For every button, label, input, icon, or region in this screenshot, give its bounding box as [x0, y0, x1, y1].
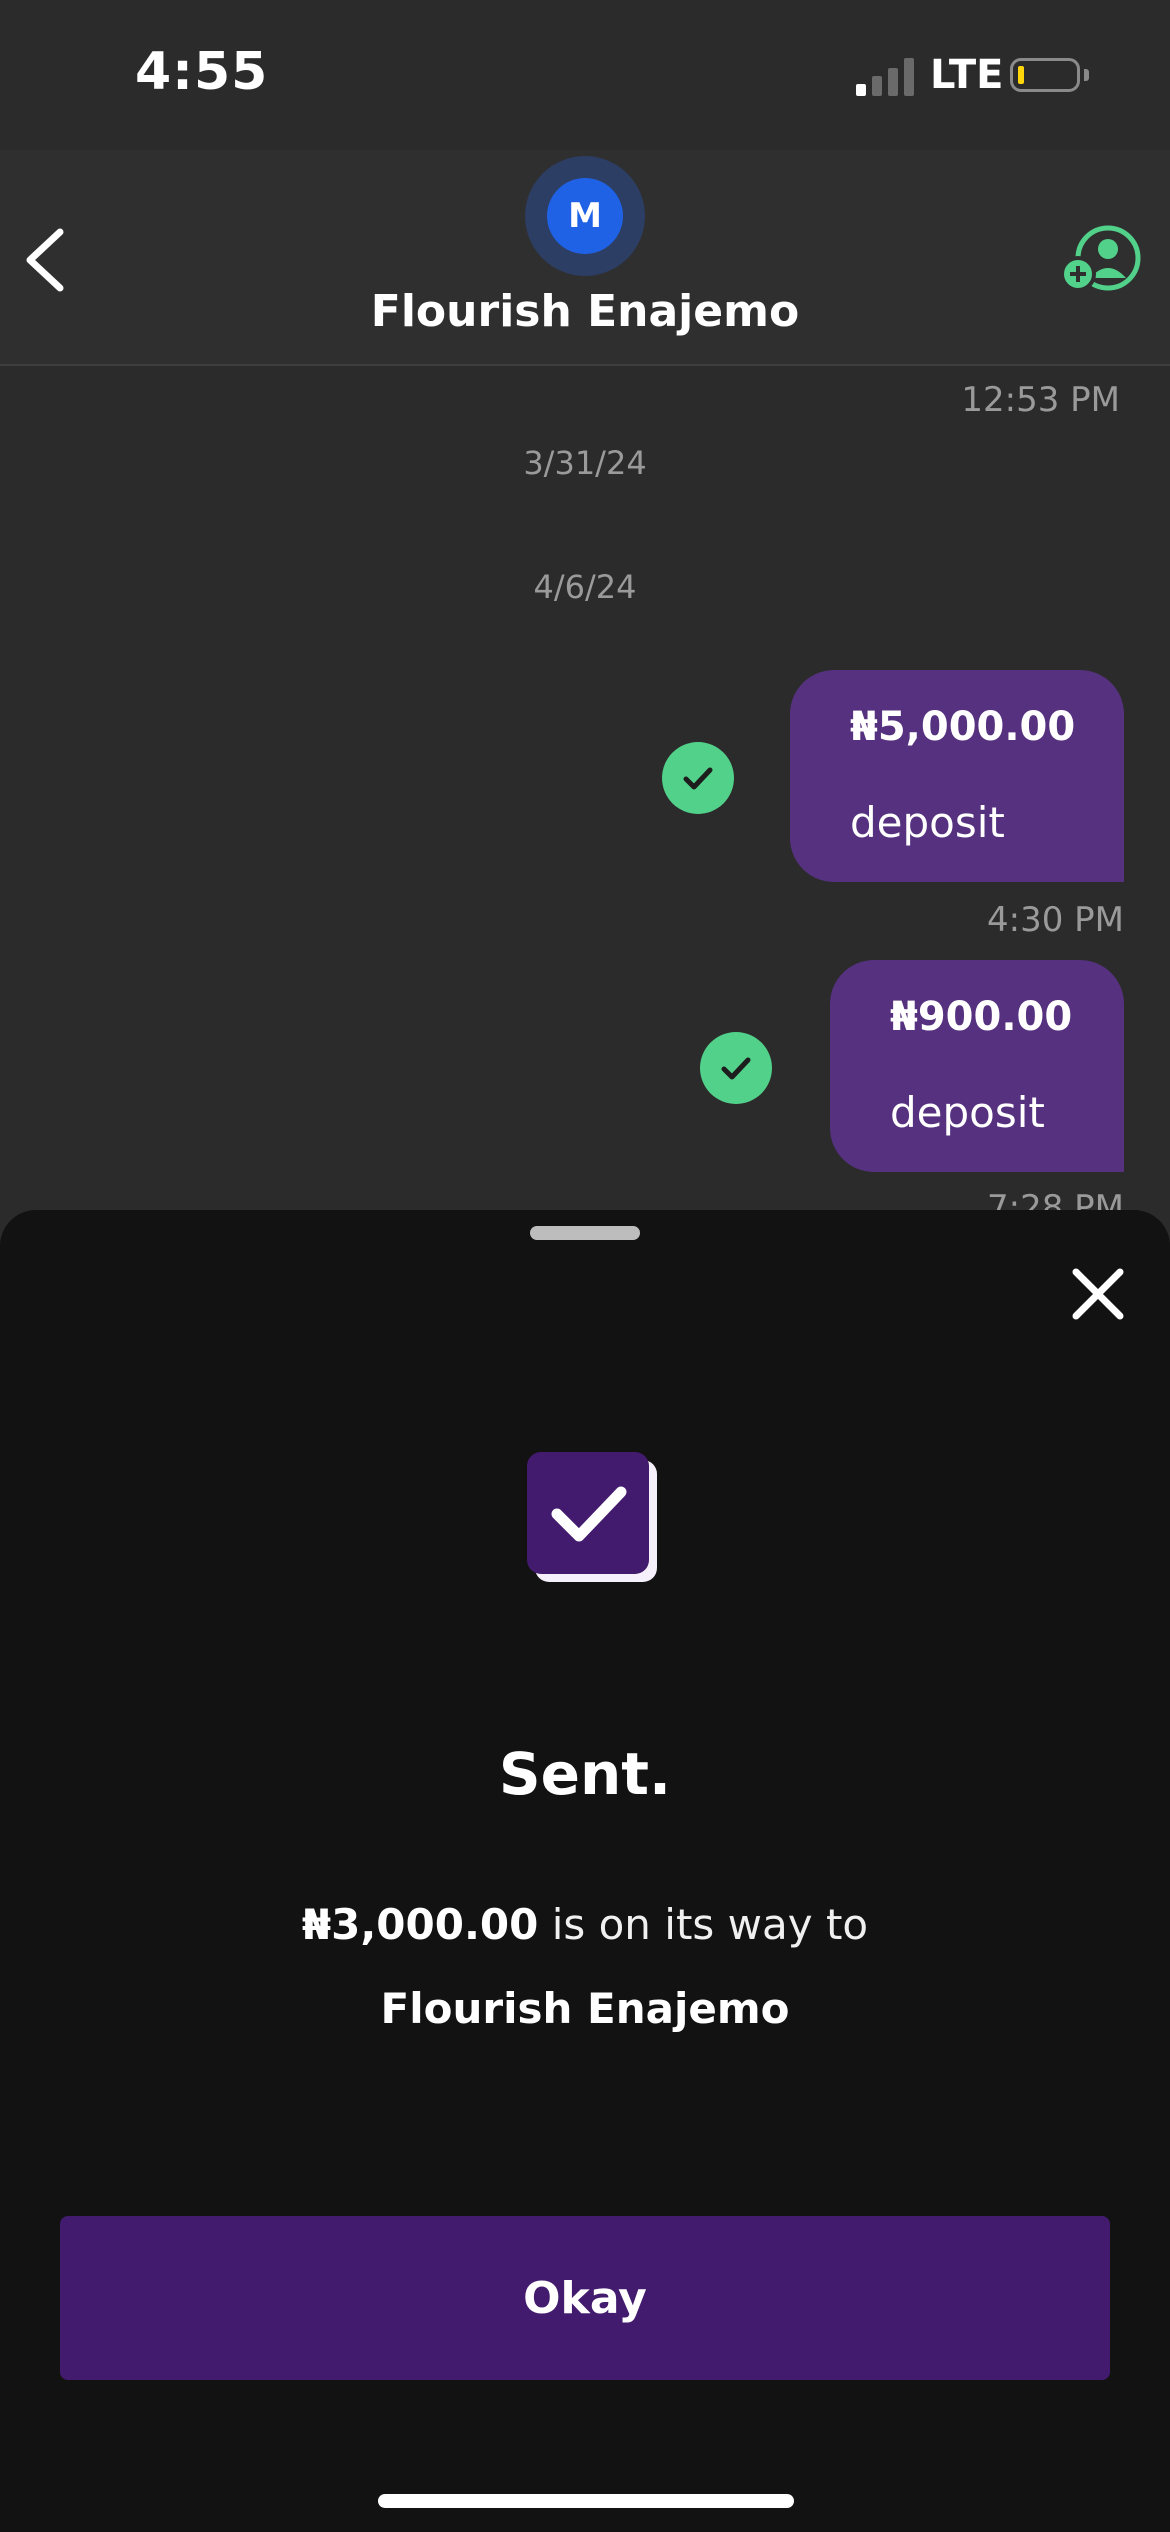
payment-amount: ₦5,000.00 — [850, 704, 1076, 750]
payment-amount: ₦900.00 — [890, 994, 1073, 1040]
cellular-signal-icon — [856, 58, 916, 96]
sheet-grabber[interactable] — [530, 1226, 640, 1240]
battery-icon — [1010, 58, 1080, 92]
success-checkbox-icon — [525, 1450, 661, 1586]
payment-sent-sheet: Sent. ₦3,000.00 is on its way to Flouris… — [0, 1210, 1170, 2532]
sent-title: Sent. — [498, 1740, 672, 1808]
message-timestamp: 4:30 PM — [987, 900, 1124, 940]
sent-recipient: Flourish Enajemo — [380, 1984, 790, 2033]
contact-name: Flourish Enajemo — [370, 286, 800, 337]
avatar-initial: M — [547, 178, 623, 254]
home-indicator — [378, 2494, 794, 2508]
close-icon — [1072, 1268, 1124, 1320]
payment-note: deposit — [890, 1088, 1045, 1137]
sent-amount: ₦3,000.00 — [301, 1900, 539, 1949]
sent-message: ₦3,000.00 is on its way to — [0, 1900, 1170, 1949]
contact-avatar[interactable]: M — [525, 156, 645, 276]
delivered-check — [662, 742, 734, 814]
status-bar: 4:55 LTE — [0, 0, 1170, 150]
message-timestamp: 12:53 PM — [961, 380, 1120, 420]
chat-thread[interactable]: 12:53 PM 3/31/24 4/6/24 ₦5,000.00 deposi… — [0, 366, 1170, 1228]
sent-message-suffix: is on its way to — [538, 1900, 869, 1949]
payment-message-bubble[interactable]: ₦900.00 deposit — [830, 960, 1124, 1172]
add-contact-icon — [1060, 225, 1141, 292]
battery-tip — [1084, 69, 1089, 81]
add-contact-button[interactable] — [1060, 222, 1144, 298]
checkmark-icon — [683, 767, 713, 790]
close-button[interactable] — [1068, 1264, 1128, 1324]
date-divider: 4/6/24 — [533, 568, 637, 606]
checkmark-icon — [721, 1057, 751, 1080]
date-divider: 3/31/24 — [523, 444, 647, 482]
delivered-check — [700, 1032, 772, 1104]
payment-note: deposit — [850, 798, 1005, 847]
payment-message-bubble[interactable]: ₦5,000.00 deposit — [790, 670, 1124, 882]
status-time: 4:55 — [135, 42, 269, 102]
okay-button[interactable]: Okay — [60, 2216, 1110, 2380]
network-type: LTE — [930, 52, 1004, 98]
chat-header: M Flourish Enajemo — [0, 150, 1170, 366]
